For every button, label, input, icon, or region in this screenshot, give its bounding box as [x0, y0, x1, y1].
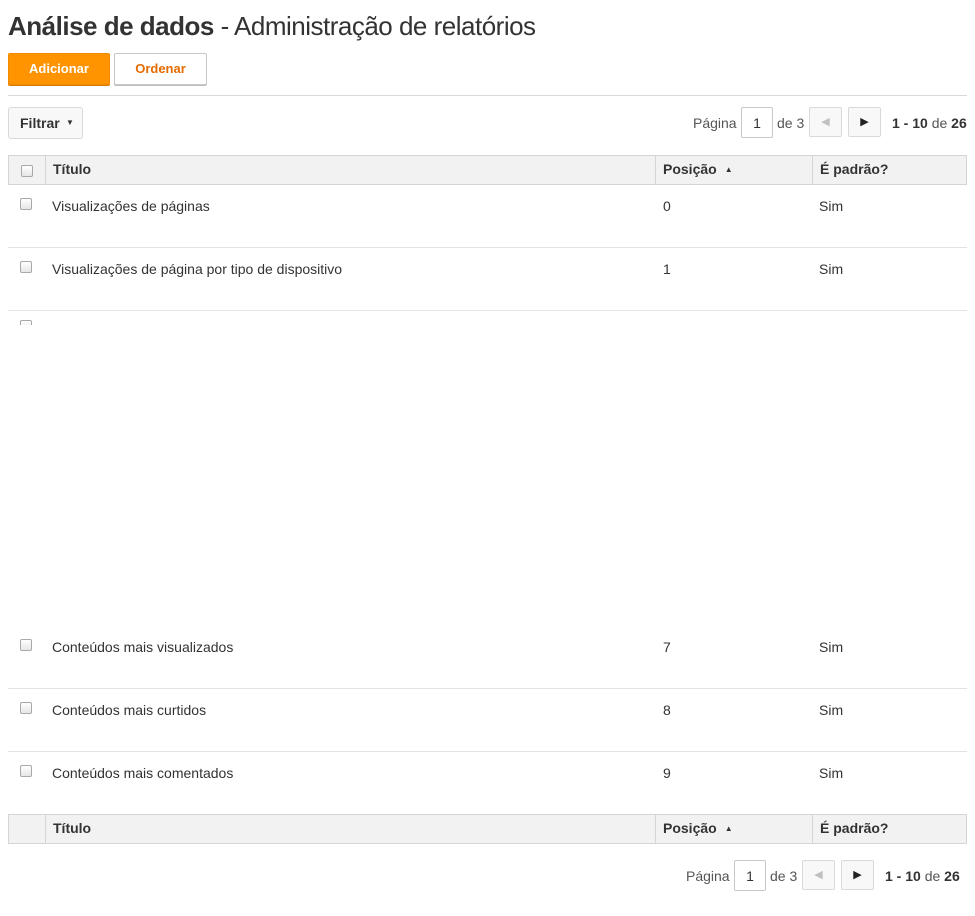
table-row: Conteúdos mais comentados 9 Sim: [8, 752, 967, 815]
sort-ascending-icon: ▲: [724, 824, 733, 833]
row-title[interactable]: Conteúdos mais comentados: [52, 765, 233, 781]
toolbar: Adicionar Ordenar: [8, 53, 207, 85]
sort-ascending-icon: ▲: [724, 165, 733, 174]
select-all-cell: [9, 156, 46, 184]
pagination-top: Página de 3 ◀ ▶ 1 - 10 de 26: [693, 107, 967, 139]
column-position[interactable]: Posição ▲: [656, 156, 813, 184]
row-checkbox[interactable]: [20, 765, 32, 777]
page-title-app: Análise de dados: [8, 11, 214, 41]
row-position: 1: [663, 261, 671, 277]
filter-label: Filtrar: [20, 115, 60, 131]
row-checkbox[interactable]: [20, 261, 32, 273]
row-position: 0: [663, 198, 671, 214]
chevron-right-icon: ▶: [853, 869, 862, 881]
row-default: Sim: [819, 765, 844, 781]
next-page-button[interactable]: ▶: [848, 107, 881, 137]
column-title[interactable]: Título: [46, 156, 656, 184]
table-row: Visualizações de páginas 0 Sim: [8, 185, 967, 248]
row-position: 8: [663, 702, 671, 718]
page-title: Análise de dados - Administração de rela…: [8, 10, 536, 42]
page-label: Página: [686, 868, 730, 884]
page-number-input[interactable]: [741, 107, 773, 138]
table-header: Título Posição ▲ É padrão?: [8, 155, 967, 185]
page-title-section: - Administração de relatórios: [213, 11, 536, 41]
next-page-button[interactable]: ▶: [841, 860, 874, 890]
add-button[interactable]: Adicionar: [8, 53, 110, 85]
row-default: Sim: [819, 261, 844, 277]
select-all-checkbox[interactable]: [21, 165, 33, 177]
range-label: 1 - 10 de 26: [885, 868, 960, 884]
row-default: Sim: [819, 702, 844, 718]
footer-column-title[interactable]: Título: [46, 815, 656, 843]
row-checkbox[interactable]: [20, 702, 32, 714]
row-position: 9: [663, 765, 671, 781]
table-row-clipped: [8, 311, 967, 325]
page-label: Página: [693, 115, 737, 131]
page-number-input[interactable]: [734, 860, 766, 891]
prev-page-button[interactable]: ◀: [809, 107, 842, 137]
row-title[interactable]: Conteúdos mais visualizados: [52, 639, 233, 655]
prev-page-button[interactable]: ◀: [802, 860, 835, 890]
unrendered-region: [0, 325, 975, 576]
row-title[interactable]: Conteúdos mais curtidos: [52, 702, 206, 718]
table-row: Conteúdos mais visualizados 7 Sim: [8, 626, 967, 689]
chevron-left-icon: ◀: [821, 116, 830, 128]
chevron-left-icon: ◀: [814, 869, 823, 881]
column-default[interactable]: É padrão?: [813, 156, 966, 184]
pagination-bottom: Página de 3 ◀ ▶ 1 - 10 de 26: [686, 860, 960, 892]
caret-down-icon: ▼: [66, 118, 74, 127]
table-row: Visualizações de página por tipo de disp…: [8, 248, 967, 311]
footer-column-default[interactable]: É padrão?: [813, 815, 966, 843]
divider: [8, 95, 967, 96]
row-checkbox[interactable]: [20, 639, 32, 651]
page-count-label: de 3: [770, 868, 798, 884]
row-default: Sim: [819, 198, 844, 214]
row-checkbox[interactable]: [20, 198, 32, 210]
page-count-label: de 3: [777, 115, 805, 131]
footer-select-cell: [9, 815, 46, 843]
table-row: Conteúdos mais curtidos 8 Sim: [8, 689, 967, 752]
footer-column-position[interactable]: Posição ▲: [656, 815, 813, 843]
filter-button[interactable]: Filtrar ▼: [8, 107, 83, 139]
order-button[interactable]: Ordenar: [114, 53, 207, 85]
row-title[interactable]: Visualizações de páginas: [52, 198, 210, 214]
row-position: 7: [663, 639, 671, 655]
chevron-right-icon: ▶: [860, 116, 869, 128]
table-footer: Título Posição ▲ É padrão?: [8, 814, 967, 844]
row-title[interactable]: Visualizações de página por tipo de disp…: [52, 261, 342, 277]
row-default: Sim: [819, 639, 844, 655]
range-label: 1 - 10 de 26: [892, 115, 967, 131]
